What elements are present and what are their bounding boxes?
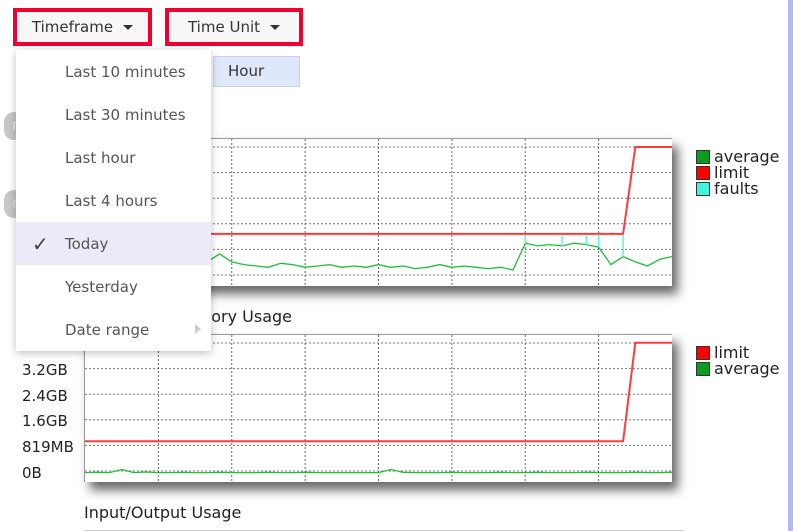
checkmark-icon: ✓ [32, 232, 49, 256]
timeframe-button[interactable]: Timeframe [13, 8, 152, 46]
legend-swatch [696, 346, 710, 360]
y-tick-label: 819MB [22, 438, 74, 456]
legend-swatch [696, 166, 710, 180]
menu-item-label: Today [65, 234, 109, 253]
menu-item-last-hour[interactable]: Last hour [16, 136, 211, 179]
menu-item-label: Last hour [65, 148, 136, 167]
menu-item-last-30-minutes[interactable]: Last 30 minutes [16, 93, 211, 136]
menu-item-last-4-hours[interactable]: Last 4 hours [16, 179, 211, 222]
y-tick-label: 3.2GB [22, 361, 68, 379]
caret-down-icon [123, 24, 134, 30]
legend-label: average [714, 359, 780, 378]
chart-plot [85, 335, 672, 482]
menu-item-label: Date range [65, 320, 150, 339]
timeframe-label: Timeframe [31, 18, 114, 36]
y-tick-label: 2.4GB [22, 387, 68, 405]
time-unit-label: Time Unit [187, 18, 260, 36]
legend-item-faults: faults [696, 181, 780, 197]
menu-item-label: Last 30 minutes [65, 105, 186, 124]
legend-item-average: average [696, 361, 780, 377]
legend-label: faults [714, 179, 759, 198]
legend-swatch [696, 182, 710, 196]
menu-item-label: Yesterday [65, 277, 138, 296]
legend-swatch [696, 150, 710, 164]
menu-item-date-range[interactable]: Date range [16, 308, 211, 351]
menu-item-last-10-minutes[interactable]: Last 10 minutes [16, 50, 211, 93]
menu-item-today[interactable]: ✓ Today [16, 222, 211, 265]
caret-down-icon [270, 24, 280, 30]
menu-item-yesterday[interactable]: Yesterday [16, 265, 211, 308]
y-tick-label: 0B [22, 464, 42, 482]
menu-item-label: Last 4 hours [65, 191, 158, 210]
y-tick-label: 1.6GB [22, 412, 68, 430]
chart-2-legend: limit average [696, 345, 780, 377]
legend-swatch [696, 362, 710, 376]
menu-item-label: Last 10 minutes [65, 62, 186, 81]
time-unit-value[interactable]: Hour [213, 56, 300, 87]
time-unit-button[interactable]: Time Unit [165, 8, 303, 46]
scrollbar[interactable] [782, 0, 793, 531]
timeframe-menu: Last 10 minutes Last 30 minutes Last hou… [16, 50, 211, 351]
chart-1-legend: average limit faults [696, 149, 780, 197]
chart-2 [84, 334, 672, 482]
chevron-right-icon [195, 324, 201, 334]
io-usage-title: Input/Output Usage [84, 503, 242, 522]
